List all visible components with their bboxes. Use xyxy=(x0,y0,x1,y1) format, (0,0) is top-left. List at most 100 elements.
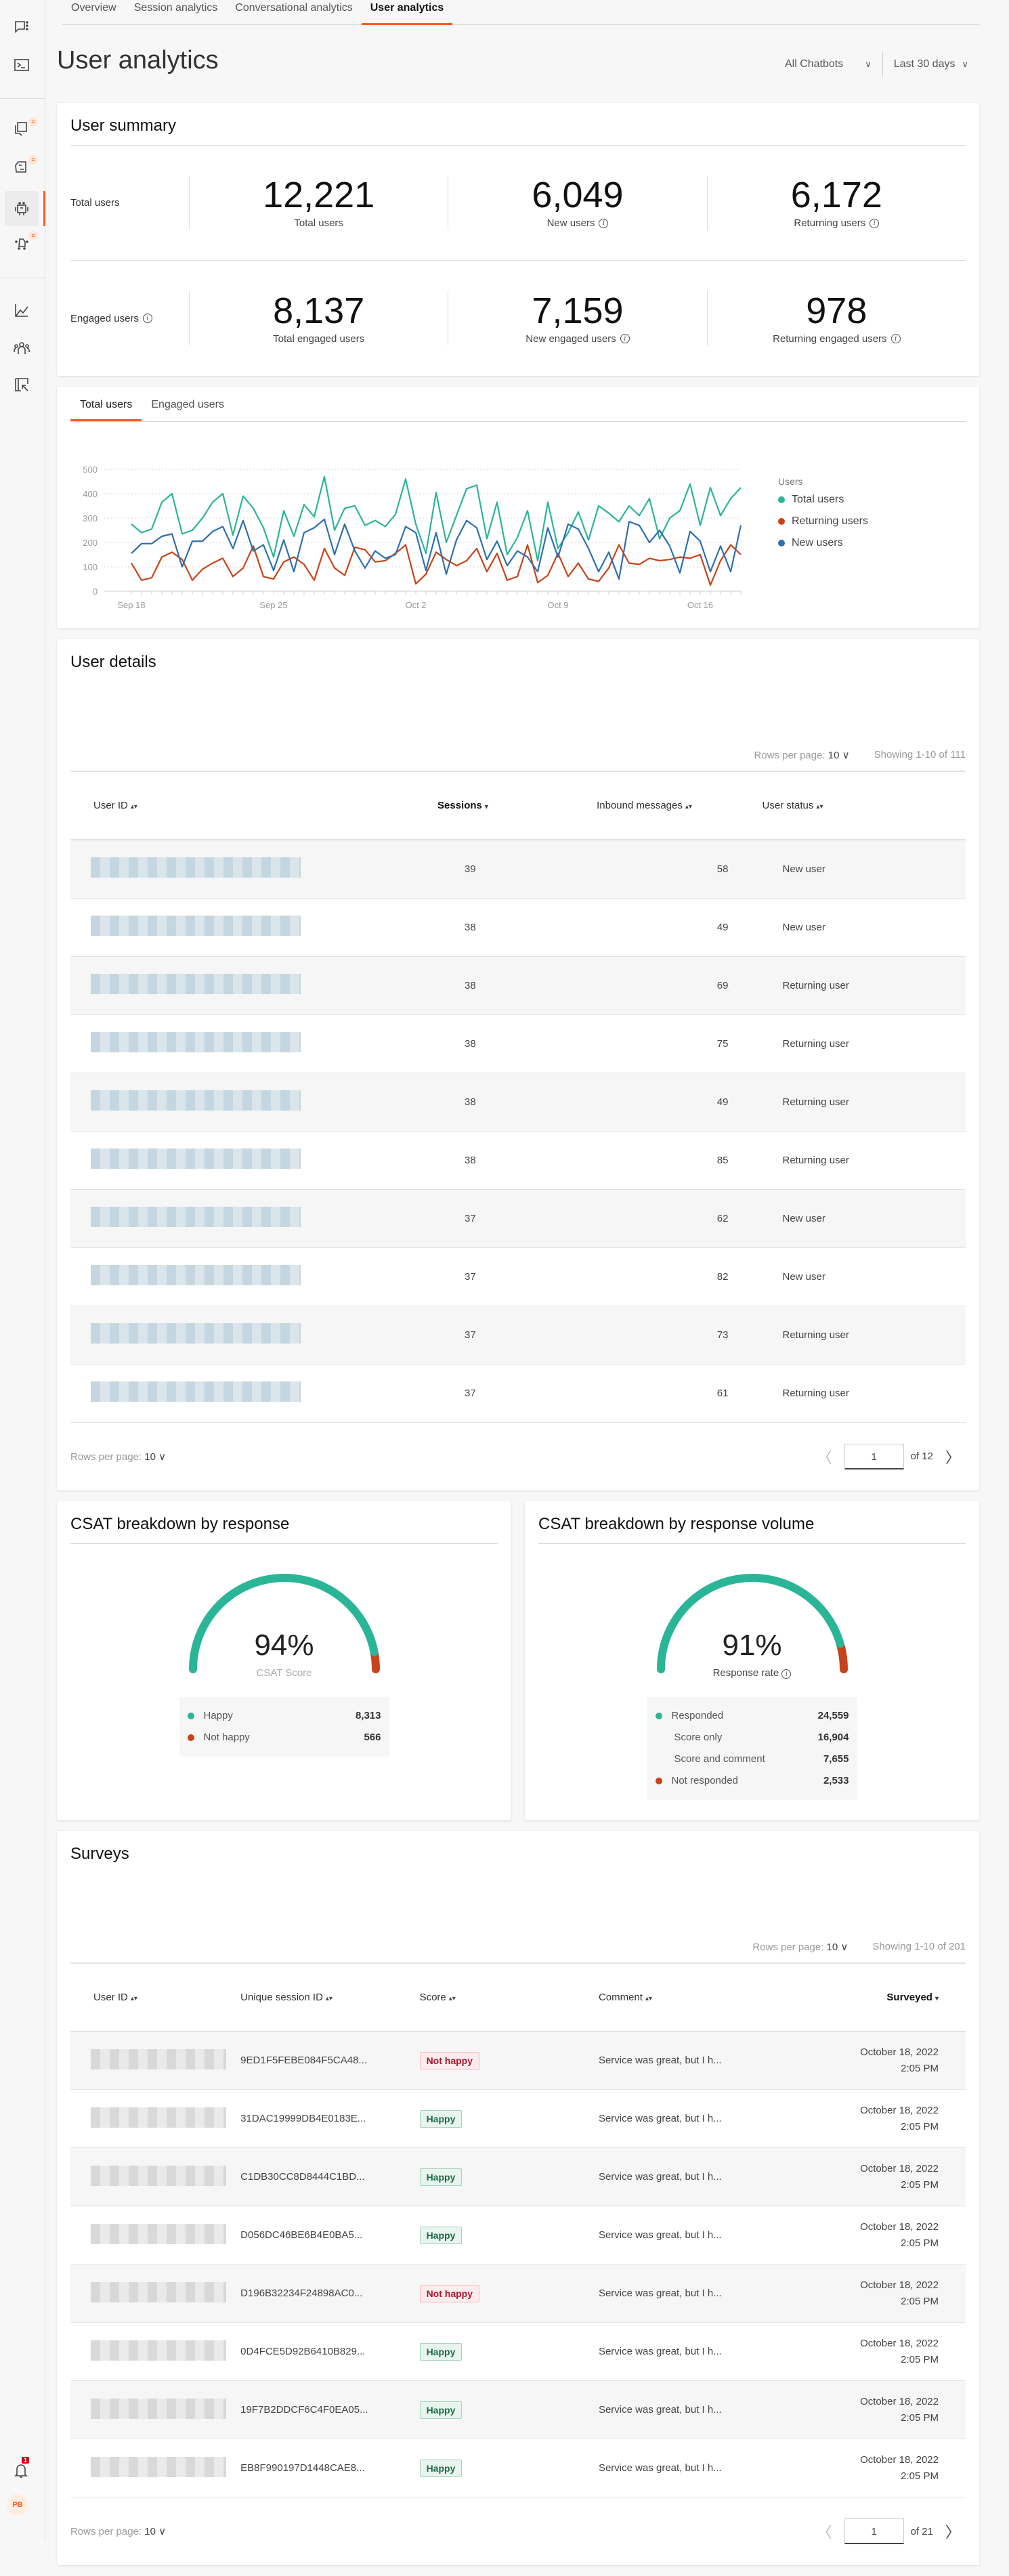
chat-more-icon[interactable] xyxy=(9,15,34,39)
comment-value: Service was great, but I h... xyxy=(598,2346,722,2357)
table-row[interactable]: 38 69 Returning user xyxy=(70,956,966,1015)
legend-item-total-users[interactable]: Total users xyxy=(778,494,868,506)
avatar[interactable]: PB xyxy=(7,2494,28,2516)
col-label: Sessions xyxy=(437,800,482,811)
table-row[interactable]: 37 61 Returning user xyxy=(70,1364,966,1423)
date-filter[interactable]: Last 30 days ∨ xyxy=(883,58,979,70)
showing-count: Showing 1-10 of 111 xyxy=(874,749,966,760)
col-user-status[interactable]: User status ▴▾ xyxy=(742,772,966,840)
col-score[interactable]: Score ▴▾ xyxy=(419,1963,599,2032)
info-icon[interactable]: i xyxy=(620,334,630,343)
next-page-icon[interactable]: 〉 xyxy=(940,1446,966,1467)
comment-cell: Service was great, but I h... xyxy=(598,2089,796,2148)
info-icon[interactable]: i xyxy=(870,218,880,228)
status-cell: Returning user xyxy=(742,956,966,1015)
status-value: New user xyxy=(782,863,825,875)
inbound-cell: 62 xyxy=(563,1189,742,1248)
chart-tab-engaged-users[interactable]: Engaged users xyxy=(142,392,234,421)
bot-icon[interactable] xyxy=(5,191,39,226)
col-label: Inbound messages xyxy=(597,800,683,811)
table-row[interactable]: 19F7B2DDCF6C4F0EA05... Happy Service was g… xyxy=(70,2380,966,2439)
terminal-icon[interactable] xyxy=(9,53,34,77)
redacted-user-id xyxy=(91,2340,226,2361)
tab-conversational-analytics[interactable]: Conversational analytics xyxy=(226,0,361,25)
table-row[interactable]: 38 75 Returning user xyxy=(70,1014,966,1073)
legend-item-new-users[interactable]: New users xyxy=(778,537,868,549)
surveyed-cell: October 18, 2022 2:05 PM xyxy=(795,2147,966,2206)
table-row[interactable]: 37 82 New user xyxy=(70,1247,966,1306)
redacted-user-id xyxy=(91,1265,301,1285)
redacted-user-id xyxy=(91,1323,301,1344)
table-row[interactable]: 38 49 New user xyxy=(70,898,966,957)
sessions-value: 38 xyxy=(465,1154,476,1166)
table-row[interactable]: 38 85 Returning user xyxy=(70,1131,966,1190)
page-input[interactable]: 1 xyxy=(844,1443,904,1469)
col-label: User status xyxy=(762,800,814,811)
col-inbound-messages[interactable]: Inbound messages ▴▾ xyxy=(563,772,742,840)
col-label: Comment xyxy=(598,1991,643,2003)
notifications[interactable]: 1 xyxy=(9,2457,37,2484)
table-row[interactable]: C1DB30CC8D8444C1BD... Happy Service was gr… xyxy=(70,2147,966,2206)
col-label: User ID xyxy=(93,800,128,811)
sessions-value: 37 xyxy=(465,1212,476,1224)
tab-user-analytics[interactable]: User analytics xyxy=(361,0,453,25)
col-surveyed[interactable]: Surveyed ▾ xyxy=(795,1963,966,2032)
session-id-cell: 31DAC19999DB4E0183E... xyxy=(240,2089,420,2148)
col-session-id[interactable]: Unique session ID ▴▾ xyxy=(240,1963,420,2032)
chatbot-filter[interactable]: All Chatbots ∨ xyxy=(774,58,882,70)
score-cell: Happy xyxy=(419,2089,599,2148)
sessions-cell: 37 xyxy=(437,1247,563,1306)
redacted-user-id xyxy=(91,974,301,994)
info-icon[interactable]: i xyxy=(781,1669,792,1679)
status-value: New user xyxy=(782,1270,825,1283)
table-row[interactable]: D056DC46BE6B4E0BA5... Happy Service was gr… xyxy=(70,2206,966,2264)
info-icon[interactable]: i xyxy=(599,218,609,228)
table-row[interactable]: 9ED1F5FEBE084F5CA48... Not happy Service w… xyxy=(70,2031,966,2090)
table-row[interactable]: 0D4FCE5D92B6410B829... Happy Service was g… xyxy=(70,2322,966,2381)
table-row[interactable]: 37 62 New user xyxy=(70,1189,966,1248)
rows-per-page[interactable]: Rows per page: 10 ∨ xyxy=(70,1451,166,1463)
tab-session-analytics[interactable]: Session analytics xyxy=(125,0,227,25)
table-row[interactable]: 37 73 Returning user xyxy=(70,1306,966,1365)
summary-row-label-text: Engaged users xyxy=(70,312,139,324)
rows-per-page[interactable]: Rows per page: 10 ∨ xyxy=(752,1941,848,1953)
inbound-cell: 49 xyxy=(563,1073,742,1132)
analytics-icon[interactable] xyxy=(9,298,34,322)
table-row[interactable]: 31DAC19999DB4E0183E... Happy Service was g… xyxy=(70,2089,966,2148)
legend-item-returning-users[interactable]: Returning users xyxy=(778,515,868,528)
next-page-icon[interactable]: 〉 xyxy=(940,2520,966,2542)
table-row[interactable]: 39 58 New user xyxy=(70,840,966,899)
redacted-user-id xyxy=(91,2165,226,2186)
session-id-value: 31DAC19999DB4E0183E... xyxy=(240,2113,366,2124)
stat-label-text: New engaged users xyxy=(525,332,616,345)
page-input[interactable]: 1 xyxy=(844,2518,904,2544)
rows-per-page[interactable]: Rows per page: 10 ∨ xyxy=(754,749,850,761)
sort-icon: ▴▾ xyxy=(325,1994,332,2002)
chart-tab-total-users[interactable]: Total users xyxy=(70,392,142,421)
user-id-cell xyxy=(70,1131,438,1190)
rows-per-page[interactable]: Rows per page: 10 ∨ xyxy=(70,2525,166,2537)
col-sessions[interactable]: Sessions ▾ xyxy=(437,772,563,840)
deploy-icon[interactable] xyxy=(9,372,34,397)
col-comment[interactable]: Comment ▴▾ xyxy=(598,1963,796,2032)
col-user-id[interactable]: User ID ▴▾ xyxy=(70,772,438,840)
score-badge: Happy xyxy=(419,2109,463,2128)
sessions-cell: 38 xyxy=(437,1131,563,1190)
users-icon[interactable] xyxy=(9,336,34,360)
stat-label: New engaged users i xyxy=(448,333,706,345)
table-row[interactable]: 38 49 Returning user xyxy=(70,1073,966,1132)
sessions-value: 38 xyxy=(465,1096,476,1108)
table-row[interactable]: EB8F990197D1448CAE8... Happy Service was g… xyxy=(70,2439,966,2497)
prev-page-icon[interactable]: 〈 xyxy=(812,1446,838,1467)
tab-overview[interactable]: Overview xyxy=(62,0,125,25)
summary-row-label: Engaged users i xyxy=(70,313,189,324)
gauge-value: 94% xyxy=(254,1628,314,1662)
sessions-cell: 38 xyxy=(437,898,563,957)
info-icon[interactable]: i xyxy=(142,314,152,323)
legend-row-responded: Responded 24,559 xyxy=(655,1705,849,1727)
col-user-id[interactable]: User ID ▴▾ xyxy=(70,1963,241,2032)
info-icon[interactable]: i xyxy=(890,334,901,343)
surveys-pager: Rows per page: 10 ∨ 〈 1 of 21 〉 xyxy=(70,2497,966,2565)
prev-page-icon[interactable]: 〈 xyxy=(812,2520,838,2542)
table-row[interactable]: D196B32234F24898AC0... Not happy Service w… xyxy=(70,2264,966,2323)
